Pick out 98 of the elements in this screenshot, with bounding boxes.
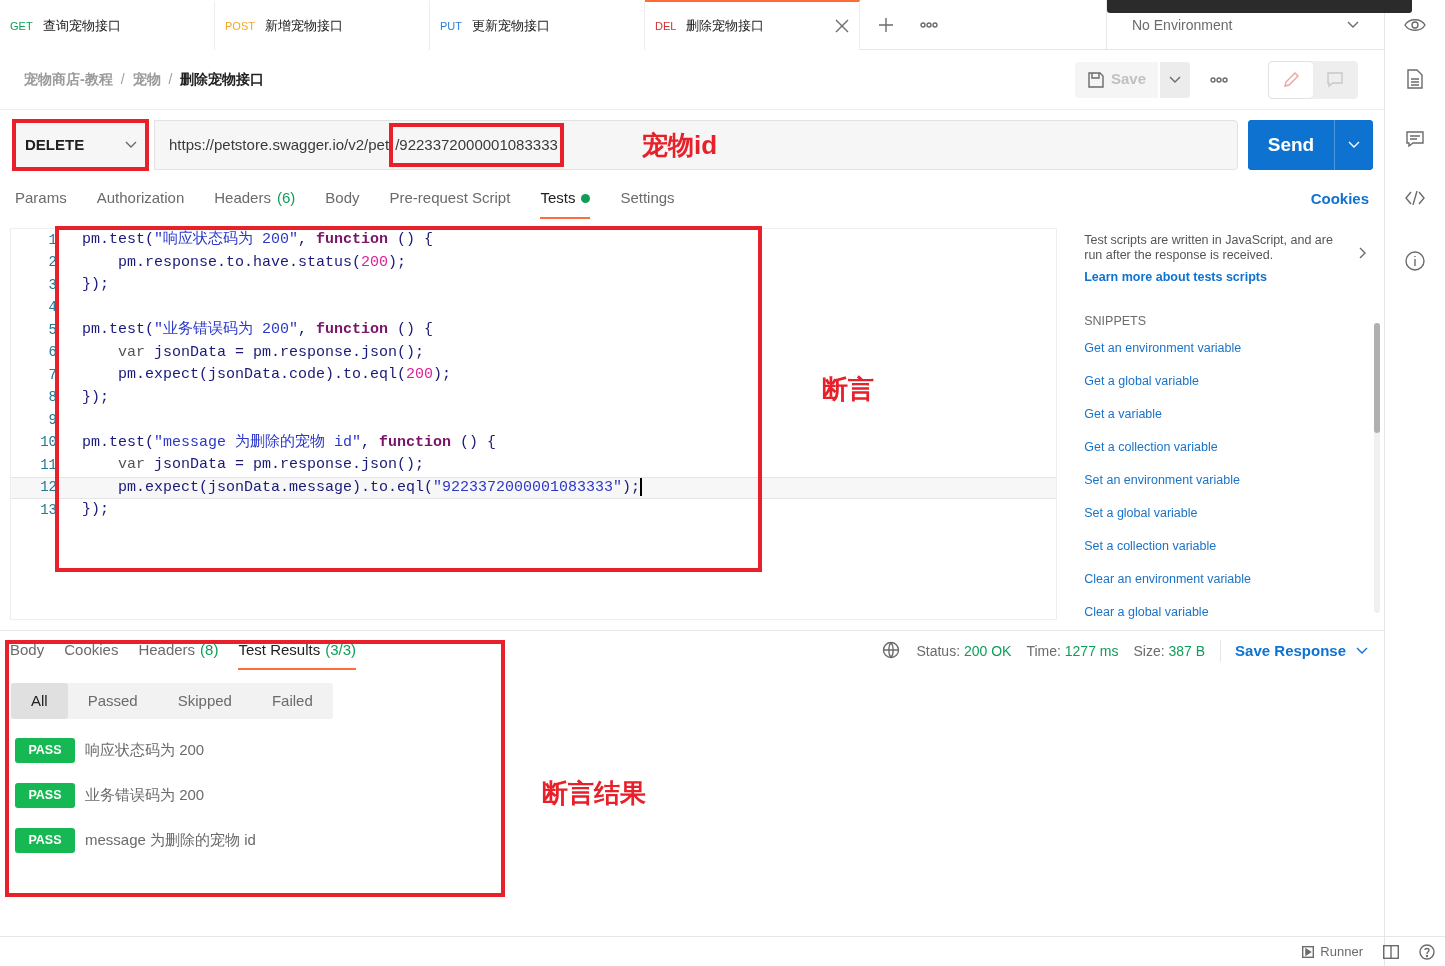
cookies-link[interactable]: Cookies: [1310, 187, 1369, 211]
response-tab[interactable]: Headers (8): [138, 632, 219, 670]
filter-tab[interactable]: Skipped: [157, 683, 252, 719]
snippet-link[interactable]: Clear a global variable: [1084, 604, 1209, 620]
description-text: Test scripts are written in JavaScript, and are run after the response is received.: [1084, 233, 1334, 263]
pencil-icon: [1282, 70, 1300, 89]
more-icon[interactable]: [1210, 76, 1228, 83]
code-line: pm.test("业务错误码为 200", function () {: [82, 319, 434, 340]
request-option-tab[interactable]: Pre-request Script: [389, 179, 511, 219]
plus-icon[interactable]: [878, 16, 894, 33]
chevron-down-icon[interactable]: [125, 141, 137, 149]
snippet-link[interactable]: Clear an environment variable: [1084, 571, 1251, 587]
request-option-tab[interactable]: Tests: [540, 179, 591, 219]
close-icon[interactable]: [835, 19, 849, 33]
pass-badge: PASS: [15, 738, 75, 763]
response-meta: Size: 387 B: [1133, 641, 1206, 661]
comment-icon[interactable]: [1406, 131, 1424, 147]
chevron-down-icon[interactable]: [1356, 647, 1368, 655]
tab-title: 新增宠物接口: [264, 17, 344, 36]
code-line: pm.expect(jsonData.code).to.eql(200);: [117, 365, 452, 385]
code-line: var jsonData = pm.response.json();: [117, 342, 425, 363]
text-cursor: [640, 477, 643, 496]
request-option-tab[interactable]: Body: [325, 179, 360, 219]
chevron-right-icon[interactable]: [1359, 247, 1368, 259]
tab-title: 删除宠物接口: [686, 17, 766, 36]
code-line: var jsonData = pm.response.json();: [117, 455, 425, 475]
code-line: pm.expect(jsonData.message).to.eql("9223372000001083333");: [117, 476, 643, 498]
separator: /: [120, 70, 125, 89]
breadcrumb-item[interactable]: 宠物商店-教程: [24, 69, 113, 90]
snippet-link[interactable]: Get an environment variable: [1084, 340, 1242, 356]
more-icon[interactable]: [920, 21, 938, 28]
snippet-link[interactable]: Get a collection variable: [1084, 439, 1218, 455]
snippet-link[interactable]: Set a collection variable: [1084, 538, 1217, 554]
breadcrumb-item[interactable]: 宠物: [132, 69, 161, 90]
snippet-link[interactable]: Set an environment variable: [1084, 472, 1240, 488]
response-meta: Status: 200 OK: [916, 641, 1012, 661]
info-icon[interactable]: [1405, 251, 1425, 271]
request-option-tab[interactable]: Authorization: [96, 179, 185, 219]
code-line: });: [82, 387, 109, 408]
learn-more-link[interactable]: Learn more about tests scripts: [1084, 268, 1267, 287]
line-number: 11: [39, 455, 57, 475]
code-line: });: [82, 500, 109, 520]
environment-dropdown[interactable]: No Environment: [1107, 12, 1384, 38]
document-icon[interactable]: [1407, 69, 1423, 89]
annotation-label: 断言结果: [542, 777, 646, 810]
pass-badge: PASS: [15, 783, 75, 808]
test-name: message 为删除的宠物 id: [85, 830, 256, 851]
response-tab[interactable]: Body: [10, 632, 45, 670]
response-tab[interactable]: Test Results (3/3): [238, 632, 356, 670]
snippets-heading: SNIPPETS: [1084, 312, 1147, 330]
response-meta: Time: 1277 ms: [1026, 641, 1119, 661]
url-text: https://petstore.swagger.io/v2/pet: [169, 134, 390, 155]
request-tab[interactable]: PUT 更新宠物接口: [430, 0, 645, 50]
filter-tab[interactable]: Failed: [251, 683, 333, 719]
eye-icon[interactable]: [1404, 18, 1426, 32]
snippet-link[interactable]: Get a global variable: [1084, 373, 1199, 389]
request-tab[interactable]: POST 新增宠物接口: [215, 0, 430, 50]
request-tab[interactable]: GET 查询宠物接口: [0, 0, 215, 50]
comment-icon: [1326, 70, 1344, 89]
pass-badge: PASS: [15, 828, 75, 853]
method-label: GET: [10, 18, 33, 34]
request-tab[interactable]: DEL 删除宠物接口: [645, 0, 860, 50]
request-option-tab[interactable]: Settings: [620, 179, 675, 219]
code-line: pm.test("响应状态码为 200", function () {: [82, 229, 434, 250]
runner-button[interactable]: Runner: [1302, 941, 1363, 962]
method-label: POST: [225, 18, 255, 34]
method-label: PUT: [440, 18, 462, 34]
filter-tab[interactable]: All: [11, 683, 68, 719]
method-label: DEL: [655, 18, 677, 34]
test-name: 业务错误码为 200: [85, 785, 205, 806]
scrollbar[interactable]: [1374, 323, 1380, 613]
tab-title: 查询宠物接口: [42, 17, 122, 36]
code-line: });: [82, 275, 109, 295]
request-option-tab[interactable]: Params: [15, 179, 67, 219]
snippet-link[interactable]: Get a variable: [1084, 406, 1163, 422]
help-icon[interactable]: [1419, 943, 1435, 960]
layout-icon[interactable]: [1383, 944, 1399, 959]
response-tab[interactable]: Cookies: [64, 632, 119, 670]
code-editor[interactable]: [10, 228, 1058, 620]
separator: /: [168, 70, 173, 89]
save-response-button[interactable]: Save Response: [1220, 639, 1368, 663]
code-line: pm.response.to.have.status(200);: [117, 252, 407, 273]
test-name: 响应状态码为 200: [85, 740, 205, 761]
annotation-label: 宠物id: [642, 129, 718, 162]
filter-tab[interactable]: Passed: [67, 683, 158, 719]
code-icon[interactable]: [1405, 191, 1425, 205]
chevron-down-icon[interactable]: [1169, 75, 1181, 84]
line-number: 4: [47, 298, 57, 318]
url-text: /9223372000001083333: [395, 134, 558, 155]
annotation-label: 断言: [822, 373, 874, 406]
line-number: 1: [47, 230, 57, 250]
chevron-down-icon[interactable]: [1347, 21, 1359, 29]
code-line: pm.test("message 为删除的宠物 id", function () {: [82, 432, 497, 453]
play-icon[interactable]: [1302, 945, 1315, 958]
tab-title: 更新宠物接口: [472, 17, 551, 36]
breadcrumb-item: 删除宠物接口: [180, 70, 265, 89]
snippet-link[interactable]: Set a global variable: [1084, 505, 1198, 521]
request-option-tab[interactable]: Headers (6): [214, 179, 296, 219]
